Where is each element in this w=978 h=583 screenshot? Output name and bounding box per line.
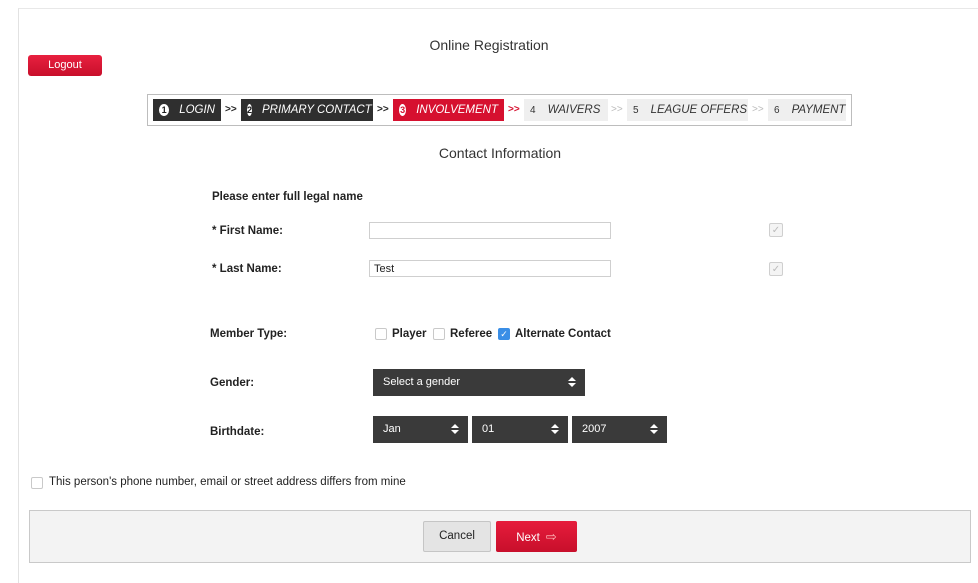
member-type-referee-label: Referee bbox=[450, 328, 493, 340]
next-button[interactable]: Next ⇨ bbox=[496, 521, 577, 552]
step-login[interactable]: 1 LOGIN bbox=[153, 99, 221, 121]
select-arrows-icon bbox=[650, 424, 658, 434]
address-differs-checkbox[interactable] bbox=[31, 477, 43, 489]
step-label: LEAGUE OFFERS bbox=[650, 104, 748, 116]
last-name-input[interactable] bbox=[369, 260, 611, 277]
step-payment[interactable]: 6 PAYMENT bbox=[768, 99, 846, 121]
step-separator: >> bbox=[752, 104, 764, 115]
select-arrows-icon bbox=[551, 424, 559, 434]
step-label: PRIMARY CONTACT bbox=[262, 104, 372, 116]
member-type-alternate-contact-label: Alternate Contact bbox=[515, 328, 611, 340]
first-name-input[interactable] bbox=[369, 222, 611, 239]
page-title: Online Registration bbox=[429, 37, 549, 53]
step-label: WAIVERS bbox=[547, 104, 601, 116]
step-number: 5 bbox=[633, 104, 639, 116]
step-separator: >> bbox=[225, 104, 237, 115]
select-arrows-icon bbox=[451, 424, 459, 434]
birth-month-value: Jan bbox=[383, 423, 401, 435]
step-primary-contact[interactable]: 2 PRIMARY CONTACT bbox=[241, 99, 373, 121]
birth-year-value: 2007 bbox=[582, 423, 607, 435]
member-type-referee-checkbox[interactable] bbox=[433, 328, 445, 340]
name-instruction: Please enter full legal name bbox=[212, 191, 363, 203]
gender-select-value: Select a gender bbox=[383, 376, 461, 388]
step-number: 2 bbox=[247, 104, 253, 116]
birthdate-label: Birthdate: bbox=[210, 426, 265, 438]
member-type-alternate-contact-checkbox[interactable]: ✓ bbox=[498, 328, 510, 340]
step-waivers[interactable]: 4 WAIVERS bbox=[524, 99, 608, 121]
step-number: 4 bbox=[530, 104, 536, 116]
member-type-label: Member Type: bbox=[210, 328, 288, 340]
step-league-offers[interactable]: 5 LEAGUE OFFERS bbox=[627, 99, 748, 121]
step-number: 3 bbox=[399, 104, 407, 116]
step-number: 6 bbox=[774, 104, 780, 116]
last-name-label: * Last Name: bbox=[212, 263, 282, 275]
address-differs-label: This person's phone number, email or str… bbox=[49, 476, 406, 488]
first-name-label: * First Name: bbox=[212, 225, 283, 237]
member-type-player-label: Player bbox=[392, 328, 427, 340]
step-separator: >> bbox=[508, 104, 520, 115]
step-involvement[interactable]: 3 INVOLVEMENT bbox=[393, 99, 504, 121]
birth-month-select[interactable]: Jan bbox=[373, 416, 468, 443]
last-name-valid-icon: ✓ bbox=[769, 262, 783, 276]
arrow-right-icon: ⇨ bbox=[545, 529, 557, 544]
step-number: 1 bbox=[159, 104, 170, 116]
step-separator: >> bbox=[611, 104, 623, 115]
section-title: Contact Information bbox=[438, 145, 562, 161]
registration-steps: 1 LOGIN >> 2 PRIMARY CONTACT >> 3 INVOLV… bbox=[147, 94, 852, 126]
cancel-button[interactable]: Cancel bbox=[423, 521, 491, 552]
select-arrows-icon bbox=[568, 377, 576, 387]
next-button-label: Next bbox=[516, 532, 540, 544]
step-label: INVOLVEMENT bbox=[416, 104, 498, 116]
member-type-player-checkbox[interactable] bbox=[375, 328, 387, 340]
logout-button[interactable]: Logout bbox=[28, 55, 102, 76]
gender-label: Gender: bbox=[210, 377, 255, 389]
birth-day-select[interactable]: 01 bbox=[472, 416, 568, 443]
gender-select[interactable]: Select a gender bbox=[373, 369, 585, 396]
first-name-valid-icon: ✓ bbox=[769, 223, 783, 237]
step-label: PAYMENT bbox=[791, 104, 846, 116]
birth-year-select[interactable]: 2007 bbox=[572, 416, 667, 443]
step-label: LOGIN bbox=[179, 104, 215, 116]
birth-day-value: 01 bbox=[482, 423, 495, 435]
step-separator: >> bbox=[377, 104, 389, 115]
